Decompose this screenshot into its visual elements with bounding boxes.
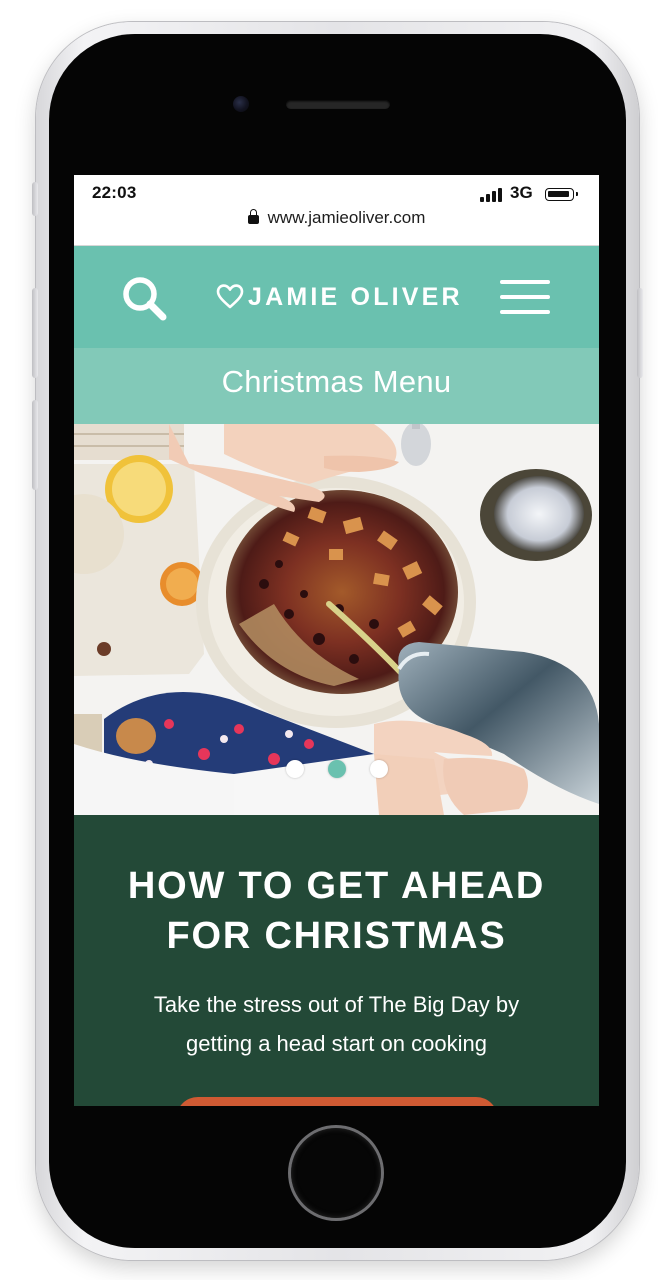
battery-icon: [545, 188, 578, 201]
heart-icon: [216, 284, 244, 309]
front-camera: [233, 96, 249, 112]
carousel-dot-3[interactable]: [369, 760, 388, 778]
feature-panel: HOW TO GET AHEAD FOR CHRISTMAS Take the …: [74, 815, 599, 1106]
screen: 22:03 3G www.jamieoliver.com JAMIE OLIVE…: [74, 175, 599, 1106]
feature-cta-button[interactable]: [176, 1097, 498, 1106]
address-bar[interactable]: www.jamieoliver.com: [74, 208, 599, 228]
hero-image: [74, 424, 599, 815]
volume-up-button: [32, 288, 38, 378]
home-button[interactable]: [291, 1128, 381, 1218]
menu-button[interactable]: [500, 280, 550, 316]
section-title: Christmas Menu: [221, 364, 452, 399]
site-header: JAMIE OLIVER: [74, 246, 599, 348]
signal-strength-icon: [480, 188, 502, 202]
network-type: 3G: [510, 183, 533, 202]
carousel-dot-1[interactable]: [285, 760, 304, 778]
lock-icon: [247, 209, 259, 224]
status-bar: 22:03 3G www.jamieoliver.com: [74, 175, 599, 246]
site-logo[interactable]: JAMIE OLIVER: [216, 280, 463, 314]
search-icon: [123, 277, 167, 321]
section-banner[interactable]: Christmas Menu: [74, 348, 599, 424]
feature-title: HOW TO GET AHEAD FOR CHRISTMAS: [127, 865, 546, 957]
carousel-indicators: [74, 760, 599, 783]
status-time: 22:03: [92, 183, 137, 202]
feature-description: Take the stress out of The Big Day by ge…: [153, 992, 520, 1056]
search-button[interactable]: [120, 274, 170, 324]
volume-down-button: [32, 400, 38, 490]
carousel-dot-2[interactable]: [327, 760, 346, 778]
power-button: [637, 288, 643, 378]
earpiece-speaker: [286, 100, 390, 109]
hero-carousel[interactable]: [74, 424, 599, 815]
url-text: www.jamieoliver.com: [267, 208, 426, 227]
logo-text: JAMIE OLIVER: [248, 282, 463, 311]
silent-switch: [32, 182, 38, 216]
hamburger-menu-icon: [500, 280, 550, 284]
